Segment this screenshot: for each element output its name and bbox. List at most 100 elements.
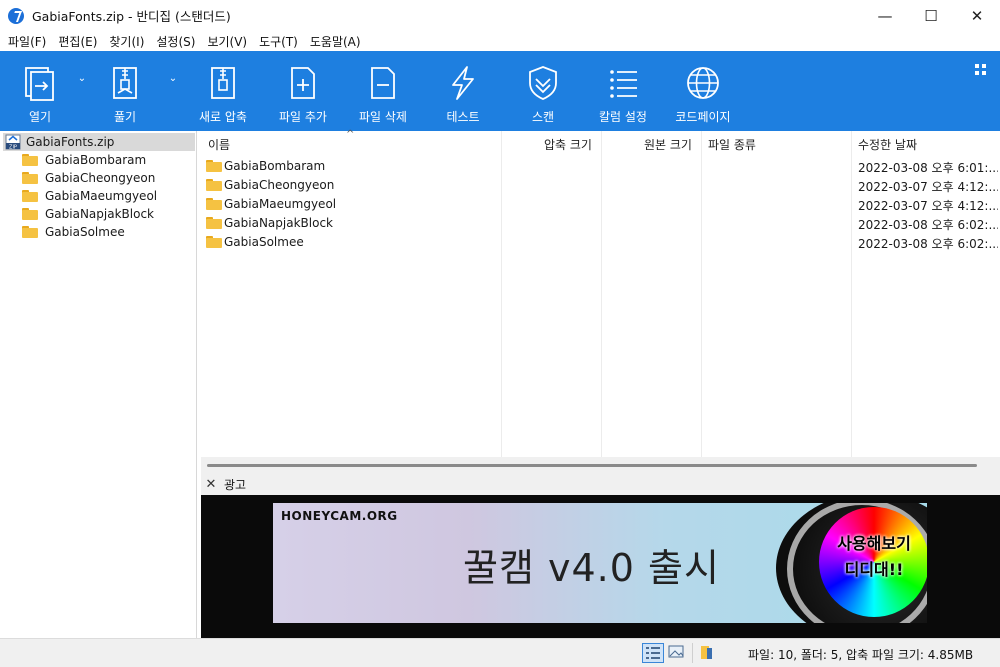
- image-preview-icon: [668, 645, 684, 658]
- tree-item[interactable]: GabiaNapjakBlock: [22, 205, 154, 223]
- banner-site: HONEYCAM.ORG: [281, 509, 398, 523]
- tree-item[interactable]: GabiaMaeumgyeol: [22, 187, 157, 205]
- lightning-icon: [452, 66, 474, 100]
- column-header-modified-date[interactable]: 수정한 날짜: [858, 136, 917, 153]
- title-bar: GabiaFonts.zip - 반디집 (스탠더드) — ☐ ✕: [0, 0, 1000, 31]
- table-row[interactable]: GabiaBombaram 2022-03-08 오후 6:01:...: [201, 157, 1000, 176]
- open-icon: [25, 67, 54, 101]
- tree-item-label: GabiaNapjakBlock: [45, 207, 154, 221]
- extract-button[interactable]: 풀기: [85, 51, 165, 131]
- add-file-icon: [291, 67, 315, 99]
- column-header-compressed-size[interactable]: 압축 크기: [544, 136, 592, 153]
- extract-dropdown-arrow[interactable]: ⌄: [166, 73, 180, 87]
- menu-help[interactable]: 도움말(A): [305, 33, 366, 50]
- extract-icon: [113, 67, 137, 99]
- column-header-name[interactable]: 이름: [208, 136, 230, 153]
- banner-cta-line1: 사용해보기: [837, 534, 911, 553]
- open-button[interactable]: 열기: [0, 51, 80, 131]
- column-header-original-size[interactable]: 원본 크기: [644, 136, 692, 153]
- minimize-button[interactable]: —: [862, 0, 908, 31]
- folder-icon: [206, 217, 222, 229]
- sort-ascending-icon: ^: [346, 129, 355, 140]
- folder-pane-toggle[interactable]: [697, 643, 719, 663]
- folder-tree: ZIP GabiaFonts.zip GabiaBombaram GabiaCh…: [0, 131, 197, 638]
- folder-icon: [206, 198, 222, 210]
- bandizip-app-icon: [8, 7, 24, 24]
- folder-icon: [22, 208, 38, 220]
- test-button[interactable]: 테스트: [423, 51, 503, 131]
- window-title: GabiaFonts.zip - 반디집 (스탠더드): [32, 9, 231, 24]
- close-button[interactable]: ✕: [954, 0, 1000, 31]
- open-label: 열기: [28, 110, 52, 124]
- delete-file-button[interactable]: 파일 삭제: [343, 51, 423, 131]
- tree-item[interactable]: GabiaCheongyeon: [22, 169, 155, 187]
- codepage-button[interactable]: 코드페이지: [663, 51, 743, 131]
- folder-icon: [22, 172, 38, 184]
- tree-root-archive[interactable]: ZIP GabiaFonts.zip: [3, 133, 195, 151]
- folder-icon: [22, 226, 38, 238]
- status-bar: 파일: 10, 폴더: 5, 압축 파일 크기: 4.85MB: [0, 638, 1000, 667]
- globe-icon: [687, 67, 719, 99]
- add-file-button[interactable]: 파일 추가: [263, 51, 343, 131]
- details-view-toggle[interactable]: [642, 643, 664, 663]
- banner-cta-line2: 디디대!!: [844, 560, 904, 579]
- folder-icon: [206, 236, 222, 248]
- status-summary: 파일: 10, 폴더: 5, 압축 파일 크기: 4.85MB: [748, 648, 974, 662]
- close-ad-icon[interactable]: ✕: [204, 477, 218, 492]
- folder-icon: [206, 160, 222, 172]
- banner-headline: 꿀캠 v4.0 출시: [463, 546, 720, 590]
- menu-bar: 파일(F) 편집(E) 찾기(I) 설정(S) 보기(V) 도구(T) 도움말(…: [0, 31, 1000, 51]
- tree-item-label: GabiaMaeumgyeol: [45, 189, 158, 203]
- menu-settings[interactable]: 설정(S): [151, 33, 200, 50]
- tree-item[interactable]: GabiaSolmee: [22, 223, 125, 241]
- ad-label: 광고: [224, 477, 247, 492]
- row-name: GabiaBombaram: [224, 159, 326, 173]
- tree-item-label: GabiaBombaram: [45, 153, 147, 167]
- add-file-label: 파일 추가: [279, 110, 327, 124]
- maximize-button[interactable]: ☐: [908, 0, 954, 31]
- file-list: 이름 ^ 압축 크기 원본 크기 파일 종류 수정한 날짜 GabiaBomba…: [201, 129, 1000, 473]
- row-modified: 2022-03-07 오후 4:12:...: [858, 180, 998, 194]
- tree-item[interactable]: GabiaBombaram: [22, 151, 146, 169]
- row-modified: 2022-03-07 오후 4:12:...: [858, 199, 998, 213]
- row-modified: 2022-03-08 오후 6:02:...: [858, 218, 998, 232]
- menu-edit[interactable]: 편집(E): [53, 33, 102, 50]
- ad-banner[interactable]: HONEYCAM.ORG 꿀캠 v4.0 출시 사용해보기 디디대!!: [273, 503, 927, 623]
- table-row[interactable]: GabiaMaeumgyeol 2022-03-07 오후 4:12:...: [201, 195, 1000, 214]
- tree-item-label: GabiaSolmee: [45, 225, 125, 239]
- menu-tools[interactable]: 도구(T): [254, 33, 303, 50]
- new-archive-button[interactable]: 새로 압축: [183, 51, 263, 131]
- column-header-file-type[interactable]: 파일 종류: [708, 136, 756, 153]
- column-settings-button[interactable]: 칼럼 설정: [583, 51, 663, 131]
- table-row[interactable]: GabiaNapjakBlock 2022-03-08 오후 6:02:...: [201, 214, 1000, 233]
- table-row[interactable]: GabiaSolmee 2022-03-08 오후 6:02:...: [201, 233, 1000, 252]
- tree-item-label: GabiaCheongyeon: [45, 171, 156, 185]
- preview-view-toggle[interactable]: [666, 643, 688, 663]
- table-row[interactable]: GabiaCheongyeon 2022-03-07 오후 4:12:...: [201, 176, 1000, 195]
- banner-cta: 사용해보기 디디대!!: [819, 531, 927, 583]
- delete-file-icon: [371, 67, 395, 99]
- menu-view[interactable]: 보기(V): [202, 33, 252, 50]
- new-archive-label: 새로 압축: [199, 110, 247, 124]
- zip-file-icon: ZIP: [5, 134, 21, 150]
- tree-root-label: GabiaFonts.zip: [26, 135, 115, 149]
- details-view-icon: [646, 647, 660, 659]
- row-modified: 2022-03-08 오후 6:01:...: [858, 161, 998, 175]
- menu-file[interactable]: 파일(F): [3, 33, 51, 50]
- folder-icon: [206, 179, 222, 191]
- status-separator: [692, 643, 693, 663]
- layout-grid-icon[interactable]: [974, 63, 988, 77]
- horizontal-scrollbar[interactable]: [201, 457, 1000, 473]
- scan-button[interactable]: 스캔: [503, 51, 583, 131]
- menu-find[interactable]: 찾기(I): [104, 33, 149, 50]
- new-archive-icon: [211, 67, 235, 99]
- delete-file-label: 파일 삭제: [359, 110, 407, 124]
- row-name: GabiaCheongyeon: [224, 178, 335, 192]
- scrollbar-thumb[interactable]: [207, 464, 977, 467]
- toolbar: 열기 ⌄ 풀기 ⌄ 새로 압축 파일 추가 파일 삭제 테스트 스캔 칼럼 설정…: [0, 51, 1000, 131]
- codepage-label: 코드페이지: [675, 110, 731, 124]
- window-controls: — ☐ ✕: [862, 0, 1000, 31]
- column-settings-label: 칼럼 설정: [599, 110, 647, 124]
- row-name: GabiaNapjakBlock: [224, 216, 333, 230]
- ad-area: HONEYCAM.ORG 꿀캠 v4.0 출시 사용해보기 디디대!!: [201, 495, 1000, 638]
